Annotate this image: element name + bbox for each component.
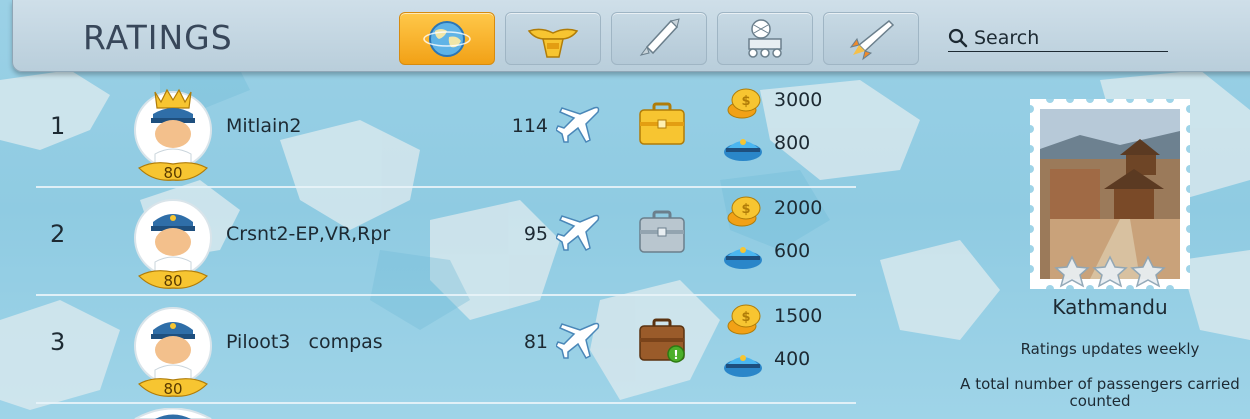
caps-reward: 800	[774, 132, 811, 154]
ratings-header: RATINGS Search	[12, 0, 1250, 72]
level-badge: 80	[163, 380, 182, 398]
svg-text:$: $	[741, 94, 750, 109]
tab-shuttle[interactable]	[823, 12, 919, 65]
pilot-cap-icon	[724, 247, 762, 269]
svg-text:$: $	[741, 202, 750, 217]
pilot-avatar-partial	[134, 408, 212, 419]
space-shuttle-icon	[849, 19, 895, 60]
city-name: Kathmandu	[1052, 295, 1168, 319]
caps-reward: 400	[774, 348, 811, 370]
search-input[interactable]: Search	[948, 24, 1168, 52]
player-name: Crsnt2-EP,VR,Rpr	[226, 223, 391, 245]
search-icon	[948, 28, 968, 47]
airplane-icon	[556, 214, 600, 251]
wings-badge-icon	[527, 28, 579, 58]
ratings-update-note: Ratings updates weekly	[1020, 340, 1200, 358]
level-badge: 80	[163, 164, 182, 182]
coins-reward: 1500	[774, 305, 823, 327]
rank-number: 3	[50, 328, 66, 356]
tab-rocket[interactable]	[611, 12, 707, 65]
table-row[interactable]: 1 80 Mitlain2 114 $ 3000 800	[0, 84, 860, 192]
tab-rover[interactable]	[717, 12, 813, 65]
coins-reward: 3000	[774, 89, 823, 111]
bronze-briefcase-icon: !	[639, 318, 685, 363]
search-placeholder: Search	[974, 26, 1040, 49]
pilot-avatar: 80	[134, 307, 212, 398]
coins-icon: $	[727, 304, 761, 335]
caps-reward: 600	[774, 240, 811, 262]
city-stamp	[1030, 99, 1190, 289]
table-row[interactable]: 3 80 Piloot3 compas 81 ! $ 1500 400	[0, 300, 860, 408]
page-title: RATINGS	[83, 18, 233, 57]
coins-icon: $	[727, 196, 761, 227]
tab-world[interactable]	[399, 12, 495, 65]
row-divider	[36, 294, 856, 296]
pilot-avatar: 80	[134, 199, 212, 290]
row-divider	[36, 402, 856, 404]
pilot-avatar-crown: 80	[134, 88, 212, 182]
pilot-cap-icon	[724, 139, 762, 161]
player-name: Mitlain2	[226, 115, 302, 137]
row-divider	[36, 186, 856, 188]
svg-text:!: !	[673, 348, 678, 362]
flights-count: 81	[523, 331, 548, 353]
globe-icon	[423, 20, 471, 57]
airplane-icon	[556, 106, 600, 143]
pilot-cap-icon	[724, 355, 762, 377]
gold-briefcase-icon	[639, 102, 685, 145]
coins-icon: $	[727, 88, 761, 119]
player-name: Piloot3 compas	[226, 331, 383, 353]
rank-number: 1	[50, 112, 66, 140]
ratings-criteria-note: A total number of passengers carried cou…	[960, 375, 1240, 410]
rank-number: 2	[50, 220, 66, 248]
coins-reward: 2000	[774, 197, 823, 219]
tab-wings[interactable]	[505, 12, 601, 65]
silver-briefcase-icon	[639, 210, 685, 253]
airplane-icon	[556, 322, 600, 359]
rocket-icon	[639, 17, 680, 56]
flights-count: 114	[511, 115, 548, 137]
level-badge: 80	[163, 272, 182, 290]
flights-count: 95	[523, 223, 548, 245]
lunar-rover-icon	[748, 18, 782, 58]
svg-text:$: $	[741, 310, 750, 325]
table-row[interactable]: 2 80 Crsnt2-EP,VR,Rpr 95 $ 2000 600	[0, 192, 860, 300]
